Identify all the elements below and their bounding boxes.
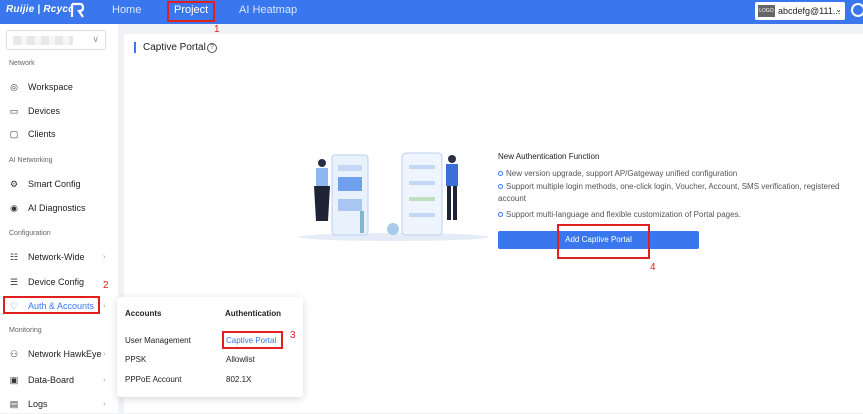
sidebar-item-label: Network HawkEye <box>28 349 102 359</box>
feature-item: Support multi-language and flexible cust… <box>498 209 843 221</box>
section-network: Network <box>9 60 35 67</box>
annotation-number: 4 <box>650 262 656 273</box>
client-icon: ▢ <box>9 128 19 139</box>
chevron-right-icon: › <box>103 349 106 358</box>
feature-text: New version upgrade, support AP/Gatgeway… <box>506 169 738 178</box>
sidebar-item-label: Workspace <box>28 82 73 92</box>
bullet-icon <box>498 212 503 217</box>
chevron-down-icon: ⌄ <box>835 5 842 14</box>
submenu-8021x[interactable]: 802.1X <box>226 375 251 384</box>
sidebar-item-label: Network-Wide <box>28 252 85 262</box>
accounts-header: Accounts <box>125 309 162 318</box>
annotation-box-add-button <box>557 224 650 259</box>
blurred-project-name <box>13 36 73 45</box>
sidebar-item-label: Smart Config <box>28 179 81 189</box>
brand-mark-icon <box>70 2 85 21</box>
dashboard-icon: ▣ <box>9 374 19 385</box>
annotation-box-captive-portal <box>222 331 283 349</box>
section-configuration: Configuration <box>9 230 51 237</box>
sidebar-item-label: Data-Board <box>28 375 75 385</box>
feature-item: Support multiple login methods, one-clic… <box>498 181 843 205</box>
submenu-allowlist[interactable]: Allowlist <box>226 355 255 364</box>
annotation-box-project <box>167 1 215 22</box>
annotation-number: 1 <box>214 24 220 35</box>
submenu-pppoe-account[interactable]: PPPoE Account <box>125 375 181 384</box>
account-logo: LOGO <box>758 5 775 17</box>
feature-text: Support multi-language and flexible cust… <box>506 210 741 219</box>
project-select[interactable]: ∨ <box>6 30 106 50</box>
chevron-right-icon: › <box>103 399 106 408</box>
sidebar-item-workspace[interactable]: ◎ Workspace <box>0 77 118 97</box>
chevron-right-icon: › <box>103 252 106 261</box>
sidebar-item-label: AI Diagnostics <box>28 203 86 213</box>
account-menu[interactable]: LOGO abcdefg@111... ⌄ <box>755 2 845 20</box>
section-ai-networking: AI Networking <box>9 157 53 164</box>
sidebar-item-label: Clients <box>28 129 56 139</box>
hawkeye-icon: ⚇ <box>9 348 19 359</box>
logs-icon: ▤ <box>9 398 19 409</box>
network-wide-icon: ☷ <box>9 251 19 262</box>
sidebar-item-label: Device Config <box>28 277 85 287</box>
diagnostics-icon: ◉ <box>10 202 18 213</box>
sidebar-item-clients[interactable]: ▢ Clients <box>0 124 118 144</box>
chevron-down-icon: ∨ <box>92 34 99 44</box>
submenu-user-management[interactable]: User Management <box>125 336 191 345</box>
nav-ai-heatmap[interactable]: AI Heatmap <box>239 4 297 16</box>
bullet-icon <box>498 171 503 176</box>
feature-title: New Authentication Function <box>498 152 600 161</box>
authentication-header: Authentication <box>225 309 281 318</box>
settings-icon[interactable] <box>851 3 863 17</box>
sidebar-item-smart-config[interactable]: ⚙ Smart Config <box>0 174 118 194</box>
sidebar-item-data-board[interactable]: ▣ Data-Board › <box>0 370 118 390</box>
annotation-number: 2 <box>103 280 109 291</box>
sidebar: ∨ Network ◎ Workspace ▭ Devices ▢ Client… <box>0 24 118 413</box>
submenu-ppsk[interactable]: PPSK <box>125 355 146 364</box>
device-config-icon: ☰ <box>9 276 19 287</box>
feature-item: New version upgrade, support AP/Gatgeway… <box>498 168 843 180</box>
help-icon[interactable]: ? <box>207 43 217 53</box>
nav-home[interactable]: Home <box>112 4 141 16</box>
chevron-right-icon: › <box>103 301 106 310</box>
sidebar-item-ai-diagnostics[interactable]: ◉ AI Diagnostics <box>0 198 118 218</box>
sidebar-item-label: Logs <box>28 399 48 409</box>
annotation-number: 3 <box>290 330 296 341</box>
annotation-box-auth-accounts <box>3 296 100 314</box>
sidebar-item-network-wide[interactable]: ☷ Network-Wide › <box>0 247 118 267</box>
brand-logo-text: Ruijie | Rcycc <box>6 4 74 15</box>
page-title: Captive Portal <box>134 42 206 53</box>
device-icon: ▭ <box>9 105 19 116</box>
account-name: abcdefg@111... <box>778 6 841 16</box>
section-monitoring: Monitoring <box>9 327 42 334</box>
portal-illustration <box>299 152 489 241</box>
bullet-icon <box>498 184 503 189</box>
sidebar-item-devices[interactable]: ▭ Devices <box>0 101 118 121</box>
chevron-right-icon: › <box>103 375 106 384</box>
top-bar: Ruijie | Rcycc Home Project AI Heatmap L… <box>0 0 863 24</box>
target-icon: ◎ <box>10 81 18 92</box>
feature-text: Support multiple login methods, one-clic… <box>498 182 840 203</box>
sidebar-item-device-config[interactable]: ☰ Device Config › <box>0 272 118 292</box>
sidebar-item-label: Devices <box>28 106 61 116</box>
smart-config-icon: ⚙ <box>9 178 19 189</box>
sidebar-item-network-hawkeye[interactable]: ⚇ Network HawkEye › <box>0 344 118 364</box>
sidebar-item-logs[interactable]: ▤ Logs › <box>0 394 118 414</box>
